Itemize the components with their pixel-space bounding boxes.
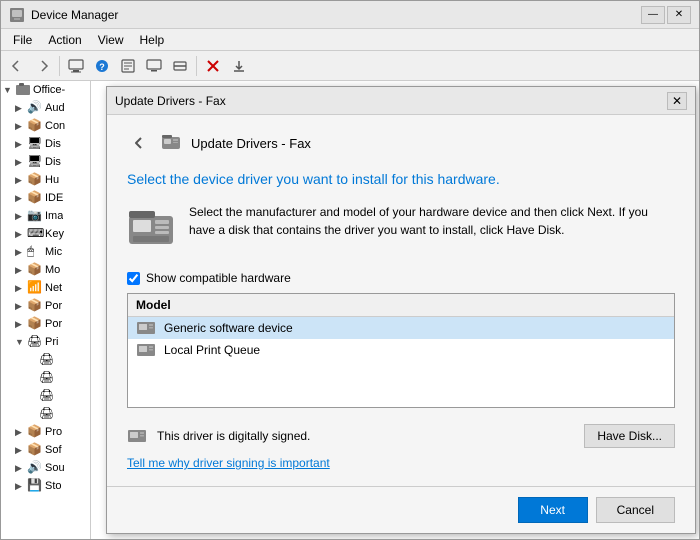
model-label-local-print: Local Print Queue bbox=[164, 343, 260, 357]
cancel-button[interactable]: Cancel bbox=[596, 497, 675, 523]
tree-item-pri-2[interactable]: 🖨 bbox=[1, 369, 90, 387]
toolbar-separator-1 bbox=[59, 56, 60, 76]
model-list-container: Model bbox=[127, 293, 675, 408]
forward-button[interactable] bbox=[31, 54, 55, 78]
model-list-header: Model bbox=[128, 294, 674, 317]
driver-signed-icon bbox=[127, 428, 147, 444]
tree-item-con[interactable]: ▶ 📦 Con bbox=[1, 117, 90, 135]
signing-link[interactable]: Tell me why driver signing is important bbox=[127, 456, 330, 470]
dialog-back-button[interactable] bbox=[127, 131, 151, 155]
dialog-close-button[interactable]: ✕ bbox=[667, 92, 687, 110]
tree-icon-root bbox=[15, 82, 31, 98]
menu-file[interactable]: File bbox=[5, 31, 40, 49]
show-compatible-checkbox[interactable] bbox=[127, 272, 140, 285]
tree-item-sou[interactable]: ▶ 🔊 Sou bbox=[1, 459, 90, 477]
tree-root[interactable]: ▼ Office- bbox=[1, 81, 90, 99]
window-title: Device Manager bbox=[31, 8, 641, 22]
tree-item-ide[interactable]: ▶ 📦 IDE bbox=[1, 189, 90, 207]
dialog-main-title: Select the device driver you want to ins… bbox=[127, 171, 675, 187]
download-button[interactable] bbox=[227, 54, 251, 78]
driver-signed-text: This driver is digitally signed. bbox=[157, 429, 310, 443]
dialog-body: Update Drivers - Fax Select the device d… bbox=[107, 115, 695, 486]
close-button[interactable]: ✕ bbox=[667, 6, 691, 24]
tree-item-dis2[interactable]: ▶ 🖥 Dis bbox=[1, 153, 90, 171]
tree-item-pri-3[interactable]: 🖨 bbox=[1, 387, 90, 405]
show-compatible-checkbox-row: Show compatible hardware bbox=[127, 271, 675, 285]
model-item-local-print[interactable]: Local Print Queue bbox=[128, 339, 674, 361]
tree-item-pri[interactable]: ▼ 🖨 Pri bbox=[1, 333, 90, 351]
device-tree: ▼ Office- ▶ 🔊 Aud ▶ 📦 Con ▶ 🖥 Dis bbox=[1, 81, 91, 539]
tree-item-por1[interactable]: ▶ 📦 Por bbox=[1, 297, 90, 315]
tree-item-pri-4[interactable]: 🖨 bbox=[1, 405, 90, 423]
remove-button[interactable] bbox=[201, 54, 225, 78]
dialog-header: Update Drivers - Fax bbox=[127, 131, 675, 155]
toolbar-separator-2 bbox=[196, 56, 197, 76]
menu-view[interactable]: View bbox=[90, 31, 132, 49]
toolbar: ? bbox=[1, 51, 699, 81]
model-list: Generic software device bbox=[128, 317, 674, 407]
show-compatible-label[interactable]: Show compatible hardware bbox=[146, 271, 291, 285]
dialog-title-bar: Update Drivers - Fax ✕ bbox=[107, 87, 695, 115]
tree-item-pri-1[interactable]: 🖨 bbox=[1, 351, 90, 369]
tree-item-sof[interactable]: ▶ 📦 Sof bbox=[1, 441, 90, 459]
tree-item-net[interactable]: ▶ 📶 Net bbox=[1, 279, 90, 297]
tree-item-ima[interactable]: ▶ 📷 Ima bbox=[1, 207, 90, 225]
model-label-generic: Generic software device bbox=[164, 321, 293, 335]
menu-action[interactable]: Action bbox=[40, 31, 89, 49]
main-content: ▼ Office- ▶ 🔊 Aud ▶ 📦 Con ▶ 🖥 Dis bbox=[1, 81, 699, 539]
tree-item-pro[interactable]: ▶ 📦 Pro bbox=[1, 423, 90, 441]
tree-item-dis1[interactable]: ▶ 🖥 Dis bbox=[1, 135, 90, 153]
tree-label-root: Office- bbox=[33, 84, 65, 96]
dialog-header-title: Update Drivers - Fax bbox=[191, 136, 311, 151]
driver-info-row: This driver is digitally signed. Have Di… bbox=[127, 424, 675, 448]
tree-item-sto[interactable]: ▶ 💾 Sto bbox=[1, 477, 90, 495]
fax-header-icon bbox=[161, 133, 181, 153]
computer-button[interactable] bbox=[64, 54, 88, 78]
properties-button[interactable] bbox=[116, 54, 140, 78]
monitor-button[interactable] bbox=[142, 54, 166, 78]
tree-item-key[interactable]: ▶ ⌨ Key bbox=[1, 225, 90, 243]
dialog-info-text: Select the manufacturer and model of you… bbox=[189, 203, 675, 239]
help-button[interactable]: ? bbox=[90, 54, 114, 78]
menu-help[interactable]: Help bbox=[132, 31, 173, 49]
title-bar: Device Manager — ✕ bbox=[1, 1, 699, 29]
dialog-info-section: Select the manufacturer and model of you… bbox=[127, 203, 675, 251]
model-icon-generic bbox=[136, 320, 156, 336]
scan-button[interactable] bbox=[168, 54, 192, 78]
right-panel: Update Drivers - Fax ✕ bbox=[91, 81, 699, 539]
tree-item-audio[interactable]: ▶ 🔊 Aud bbox=[1, 99, 90, 117]
have-disk-button[interactable]: Have Disk... bbox=[584, 424, 675, 448]
fax-large-icon bbox=[127, 203, 175, 251]
menu-bar: File Action View Help bbox=[1, 29, 699, 51]
dialog-title: Update Drivers - Fax bbox=[115, 94, 667, 108]
back-button[interactable] bbox=[5, 54, 29, 78]
tree-item-hu[interactable]: ▶ 📦 Hu bbox=[1, 171, 90, 189]
update-drivers-dialog: Update Drivers - Fax ✕ bbox=[106, 86, 696, 534]
minimize-button[interactable]: — bbox=[641, 6, 665, 24]
model-item-generic[interactable]: Generic software device bbox=[128, 317, 674, 339]
window-controls: — ✕ bbox=[641, 6, 691, 24]
signing-link-row: Tell me why driver signing is important bbox=[127, 456, 675, 470]
driver-info-left: This driver is digitally signed. bbox=[127, 428, 310, 444]
app-icon bbox=[9, 7, 25, 23]
tree-arrow-root: ▼ bbox=[3, 85, 15, 95]
device-manager-window: Device Manager — ✕ File Action View Help… bbox=[0, 0, 700, 540]
tree-item-mo[interactable]: ▶ 📦 Mo bbox=[1, 261, 90, 279]
dialog-footer: Next Cancel bbox=[107, 486, 695, 533]
tree-item-mic[interactable]: ▶ 🖱 Mic bbox=[1, 243, 90, 261]
model-icon-local-print bbox=[136, 342, 156, 358]
next-button[interactable]: Next bbox=[518, 497, 588, 523]
svg-text:?: ? bbox=[99, 62, 105, 72]
tree-item-por2[interactable]: ▶ 📦 Por bbox=[1, 315, 90, 333]
